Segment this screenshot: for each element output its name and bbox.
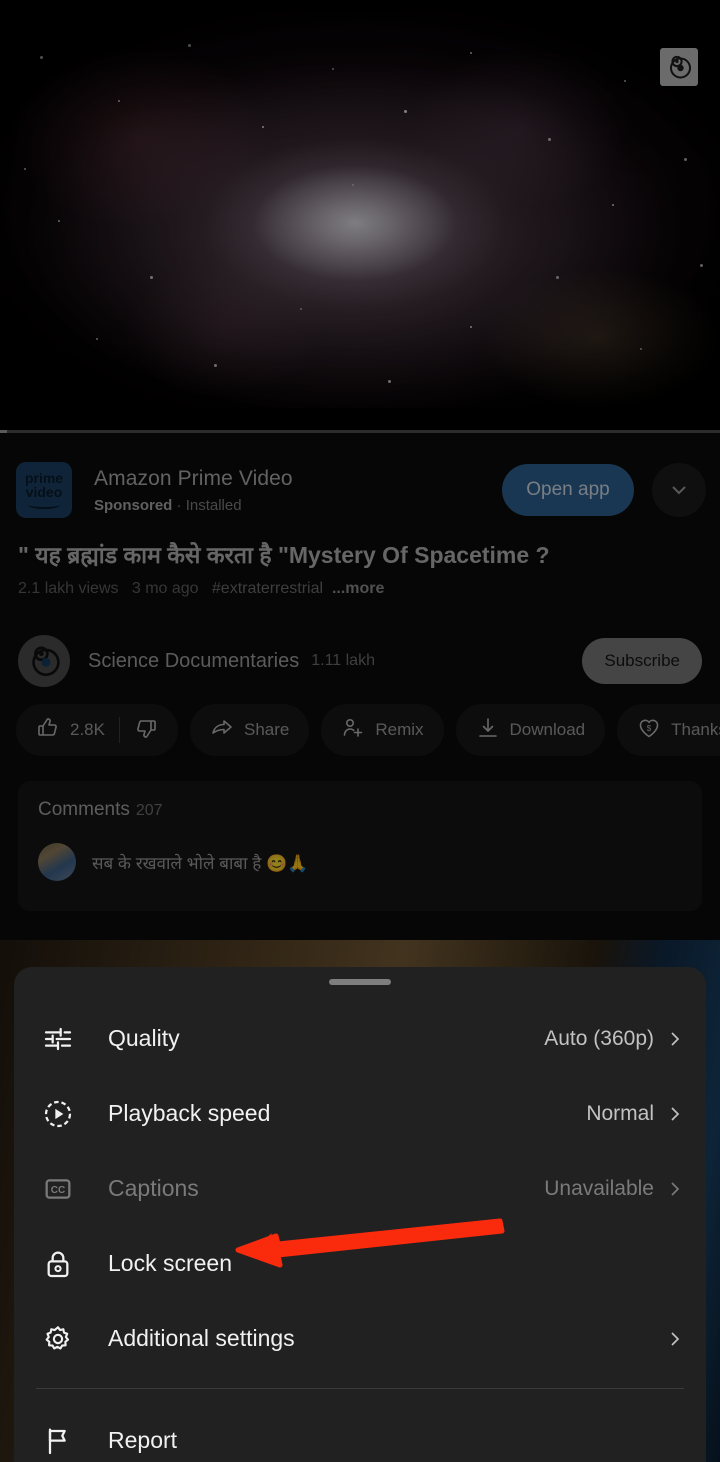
menu-item-lock-screen[interactable]: Lock screen	[14, 1226, 706, 1301]
menu-label-quality: Quality	[108, 1025, 180, 1051]
lock-icon	[36, 1248, 80, 1280]
menu-item-quality[interactable]: Quality Auto (360p)	[14, 1001, 706, 1076]
menu-label-lock-screen: Lock screen	[108, 1250, 233, 1276]
menu-value-quality: Auto (360p)	[544, 1026, 654, 1050]
menu-label-report: Report	[108, 1427, 178, 1453]
menu-item-captions: CC Captions Unavailable	[14, 1151, 706, 1226]
sheet-section-divider	[36, 1388, 684, 1389]
player-settings-bottom-sheet: Quality Auto (360p) Playback speed Norma…	[14, 967, 706, 1462]
youtube-watch-screen: prime video Amazon Prime Video Sponsored…	[0, 0, 720, 1462]
menu-item-playback-speed[interactable]: Playback speed Normal	[14, 1076, 706, 1151]
menu-item-report[interactable]: Report	[14, 1403, 706, 1462]
gear-icon	[36, 1323, 80, 1355]
menu-label-additional-settings: Additional settings	[108, 1325, 295, 1351]
svg-text:CC: CC	[51, 1185, 65, 1196]
flag-icon	[36, 1425, 80, 1457]
chevron-right-icon	[666, 1330, 684, 1348]
chevron-right-icon	[666, 1105, 684, 1123]
chevron-right-icon	[666, 1030, 684, 1048]
menu-value-playback-speed: Normal	[586, 1101, 654, 1125]
menu-item-additional-settings[interactable]: Additional settings	[14, 1301, 706, 1376]
closed-captions-icon: CC	[36, 1173, 80, 1205]
menu-label-captions: Captions	[108, 1175, 199, 1201]
sheet-drag-handle[interactable]	[329, 979, 391, 985]
menu-value-captions: Unavailable	[544, 1176, 654, 1200]
menu-label-playback-speed: Playback speed	[108, 1100, 271, 1126]
tune-sliders-icon	[36, 1023, 80, 1055]
chevron-right-icon	[666, 1180, 684, 1198]
play-circle-icon	[36, 1098, 80, 1130]
